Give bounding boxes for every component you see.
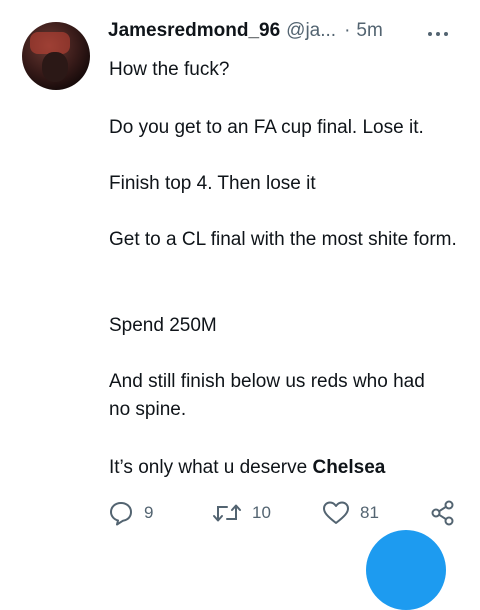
share-icon — [431, 500, 454, 526]
reply-button[interactable]: 9 — [108, 500, 153, 526]
tweet[interactable]: Jamesredmond_96 @ja... · 5m How the fuck… — [0, 0, 480, 610]
bold-word: Chelsea — [312, 457, 386, 478]
timestamp[interactable]: 5m — [356, 20, 382, 42]
more-options-icon[interactable] — [428, 24, 458, 44]
share-button[interactable] — [430, 500, 456, 526]
display-name[interactable]: Jamesredmond_96 — [108, 20, 280, 42]
more-dot — [436, 32, 440, 36]
like-button[interactable]: 81 — [322, 500, 379, 526]
tweet-paragraph-last: It’s only what u deserve Chelsea — [109, 454, 385, 482]
reply-count: 9 — [144, 503, 154, 522]
reply-icon — [110, 502, 132, 526]
more-dot — [428, 32, 432, 36]
avatar-background-light — [30, 32, 70, 54]
tweet-paragraph: How the fuck? — [109, 59, 230, 80]
action-bar: 9 10 81 — [0, 500, 480, 530]
user-handle[interactable]: @ja... — [286, 20, 336, 42]
tweet-paragraph: And still finish below us reds who had n… — [109, 371, 431, 420]
tweet-paragraph: Do you get to an FA cup final. Lose it. — [109, 117, 424, 138]
retweet-button[interactable]: 10 — [212, 500, 271, 526]
tweet-header: Jamesredmond_96 @ja... · 5m — [108, 20, 383, 48]
avatar-person — [42, 52, 68, 82]
more-dot — [444, 32, 448, 36]
like-count: 81 — [360, 503, 379, 522]
tweet-paragraph-text: It’s only what u deserve — [109, 457, 313, 478]
retweet-icon — [213, 504, 241, 522]
separator-dot: · — [344, 20, 351, 41]
tweet-paragraph: Finish top 4. Then lose it — [109, 173, 316, 194]
tweet-paragraph: Spend 250M — [109, 315, 217, 336]
compose-button[interactable] — [366, 530, 446, 610]
heart-icon — [323, 501, 349, 524]
tweet-paragraph: Get to a CL final with the most shite fo… — [109, 229, 457, 250]
avatar[interactable] — [22, 22, 90, 90]
retweet-count: 10 — [252, 503, 271, 522]
